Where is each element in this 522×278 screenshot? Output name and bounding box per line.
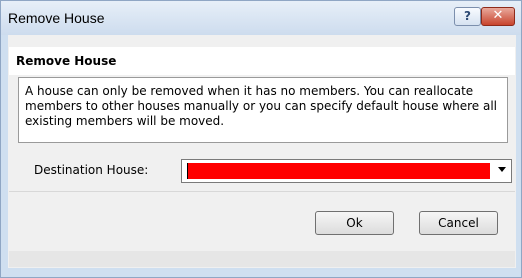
window-title: Remove House	[8, 10, 105, 26]
destination-house-dropdown[interactable]	[181, 159, 512, 183]
cancel-button[interactable]: Cancel	[419, 211, 498, 235]
chevron-down-icon[interactable]	[498, 167, 506, 172]
info-message: A house can only be removed when it has …	[18, 77, 508, 143]
destination-house-value	[187, 163, 490, 179]
dialog-window: Remove House ? ✕ Remove House A house ca…	[0, 0, 522, 278]
divider	[9, 191, 515, 192]
title-bar[interactable]: Remove House ? ✕	[1, 1, 521, 35]
help-button[interactable]: ?	[454, 7, 481, 26]
close-button[interactable]: ✕	[481, 7, 515, 26]
destination-house-label: Destination House:	[34, 163, 149, 177]
ok-button[interactable]: Ok	[315, 211, 394, 235]
header-title: Remove House	[16, 54, 117, 68]
status-strip	[9, 251, 515, 267]
